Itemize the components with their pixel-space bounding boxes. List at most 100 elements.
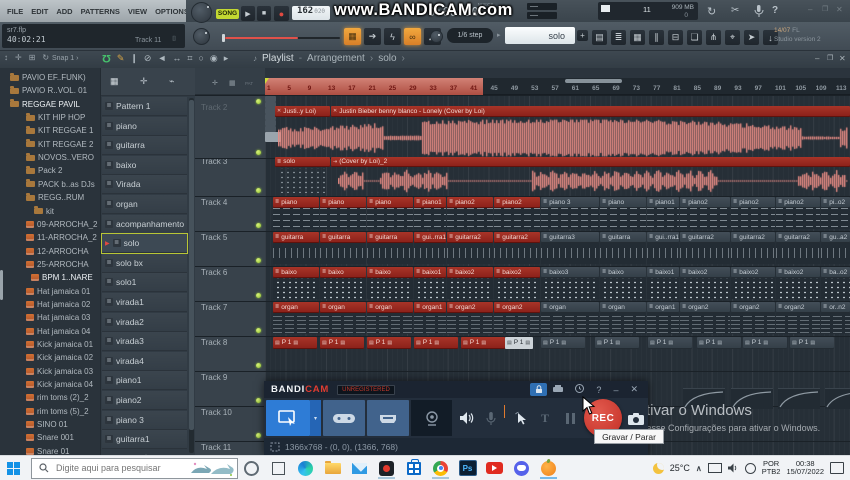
cpu-memory-panel[interactable]: 11 909 MB 0 (598, 2, 698, 20)
add-pattern-button[interactable]: + (577, 30, 588, 41)
pattern-item[interactable]: ≣organ (102, 195, 187, 214)
one-click-record-icon[interactable]: ➤ (744, 30, 759, 45)
track-led[interactable] (256, 293, 261, 298)
pattern-clip[interactable]: ≣gui..rra1 (647, 232, 679, 243)
pattern-clip[interactable]: ≣piano (600, 197, 646, 208)
pattern-clip[interactable]: ≣baixo (367, 267, 413, 278)
pattern-clip[interactable]: ✕Justi..y Loi) (275, 106, 330, 117)
pattern-clip[interactable]: ≣guitarra (320, 232, 366, 243)
menu-view[interactable]: VIEW (128, 7, 147, 16)
pattern-menu-icon[interactable]: ≣ (105, 357, 113, 365)
touch-controller-icon[interactable]: ⌖ (725, 30, 740, 45)
pattern-clip[interactable]: ≣gui..rra1 (414, 232, 446, 243)
browser-item[interactable]: Hat jamaica 01 (0, 285, 100, 298)
pattern-item[interactable]: ≣piano1 (102, 371, 187, 390)
pattern-menu-icon[interactable]: ≣ (105, 376, 113, 384)
pattern-clip[interactable]: ⇥(Cover by Loi)_2 (331, 157, 850, 167)
pattern-clip[interactable]: ▤P 1▤ (697, 337, 741, 349)
discord-icon[interactable] (508, 457, 535, 479)
pattern-menu-icon[interactable]: ≣ (105, 220, 113, 228)
browser-item[interactable]: Kick jamaica 04 (0, 378, 100, 391)
track-name-label[interactable]: Track 2 (201, 103, 227, 112)
track-led[interactable] (256, 363, 261, 368)
slice-tool-icon[interactable]: ⌗ (187, 53, 192, 64)
pattern-clip[interactable]: ≣guitarra2 (776, 232, 820, 243)
browser-item[interactable]: Snare 01 (0, 445, 100, 455)
pattern-clip[interactable]: ≣baixo2 (776, 267, 820, 278)
bandicam-taskbar-icon[interactable] (373, 457, 400, 479)
pattern-clip[interactable]: ≣piano1 (414, 197, 446, 208)
pattern-clip[interactable]: ▤P 1▤ (273, 337, 317, 349)
pattern-clip[interactable]: ≣piano (367, 197, 413, 208)
pattern-clip[interactable]: ≣guitarra2 (447, 232, 493, 243)
add-icon[interactable]: ✛ (15, 53, 22, 62)
pattern-clip[interactable]: ≣solo (275, 157, 330, 167)
tempo-tap-icon[interactable]: ⊟ (668, 30, 683, 45)
swing-knob[interactable] (430, 30, 443, 43)
youtube-icon[interactable] (481, 457, 508, 479)
playlist-minimize-icon[interactable]: – (815, 54, 819, 63)
pattern-clip[interactable]: ≣baixo3 (541, 267, 599, 278)
tempo-display[interactable]: 162 020 (292, 6, 330, 20)
audio-clip[interactable]: ▤P 1▤ (505, 337, 533, 349)
pattern-item[interactable]: ≣piano (102, 117, 187, 136)
pattern-selector[interactable]: solo (505, 27, 575, 44)
menu-file[interactable]: FILE (7, 7, 23, 16)
browser-item[interactable]: Snare 001 (0, 431, 100, 444)
fl-maximize-icon[interactable]: ❐ (822, 5, 828, 13)
fl-notification[interactable]: 14/07 FL Studio version 2 (774, 26, 844, 46)
track-led[interactable] (256, 398, 261, 403)
fl-studio-icon[interactable] (535, 457, 562, 479)
pattern-clip[interactable]: ≣guitarra (273, 232, 319, 243)
game-recording-mode-button[interactable] (323, 400, 365, 436)
browser-item[interactable]: PAVIO R..VOL. 01 (0, 84, 100, 97)
mail-icon[interactable] (346, 457, 373, 479)
text-overlay-icon[interactable]: T (534, 400, 556, 436)
pattern-item[interactable]: ≣guitarra1 (102, 430, 187, 449)
pattern-menu-icon[interactable]: ≣ (105, 259, 113, 267)
playback-tool-icon[interactable]: ▸ (224, 53, 229, 64)
pattern-item[interactable]: ≣virada4 (102, 352, 187, 371)
pattern-clip[interactable]: ▤P 1▤ (414, 337, 458, 349)
track-name-label[interactable]: Track 7 (201, 303, 227, 312)
playlist-panel-icon[interactable]: ▤ (592, 30, 607, 45)
pattern-menu-icon[interactable]: ≣ (105, 435, 113, 443)
browser-item[interactable]: BPM 1..NARE (0, 271, 100, 284)
pattern-item[interactable]: ≣solo1 (102, 273, 187, 292)
pattern-clip[interactable]: ▤P 1▤ (595, 337, 639, 349)
select-tool-icon[interactable]: ○ (198, 53, 203, 63)
pattern-clip[interactable]: ≣piano2 (494, 197, 540, 208)
browser-item[interactable]: SINO 01 (0, 418, 100, 431)
track-led[interactable] (256, 258, 261, 263)
pattern-menu-icon[interactable]: ≣ (105, 141, 113, 149)
pattern-clip[interactable]: ≣piano2 (447, 197, 493, 208)
track-led[interactable] (256, 99, 261, 104)
task-view-icon[interactable] (265, 457, 292, 479)
browser-item[interactable]: Hat jamaica 03 (0, 311, 100, 324)
typing-link-button[interactable]: ∞ (404, 28, 421, 45)
menu-edit[interactable]: EDIT (31, 7, 48, 16)
breadcrumb-arrangement[interactable]: Arrangement (307, 53, 365, 64)
browser-scrollbar[interactable] (0, 270, 3, 300)
pattern-clip[interactable]: ≣baixo (273, 267, 319, 278)
track-led[interactable] (256, 433, 261, 438)
browser-item[interactable]: 25-ARROCHA (0, 258, 100, 271)
grid-icon[interactable]: ⊞ (29, 53, 36, 62)
pattern-item[interactable]: ≣guitarra (102, 136, 187, 155)
playlist-maximize-icon[interactable]: ❐ (827, 54, 833, 62)
record-button[interactable]: ● (274, 6, 289, 21)
pattern-clip[interactable]: ≣organ (273, 302, 319, 313)
menu-patterns[interactable]: PATTERNS (81, 7, 120, 16)
browser-item[interactable]: 12-ARROCHA (0, 245, 100, 258)
cut-icon[interactable]: ✂ (731, 5, 739, 16)
screen-recording-mode-button[interactable] (266, 400, 310, 436)
pattern-item[interactable]: ≣solo bx (102, 254, 187, 273)
pattern-clip[interactable]: ▤P 1▤ (743, 337, 787, 349)
bandicam-mic-icon[interactable] (480, 400, 502, 436)
browser-item[interactable]: NOVOS..VERO (0, 151, 100, 164)
pattern-clip[interactable]: ≣organ (367, 302, 413, 313)
channel-rack-icon[interactable]: ▦ (630, 30, 645, 45)
pattern-clip[interactable]: ▤P 1▤ (541, 337, 585, 349)
help-icon[interactable]: ? (772, 5, 778, 16)
pattern-clip[interactable]: ≣baixo2 (494, 267, 540, 278)
